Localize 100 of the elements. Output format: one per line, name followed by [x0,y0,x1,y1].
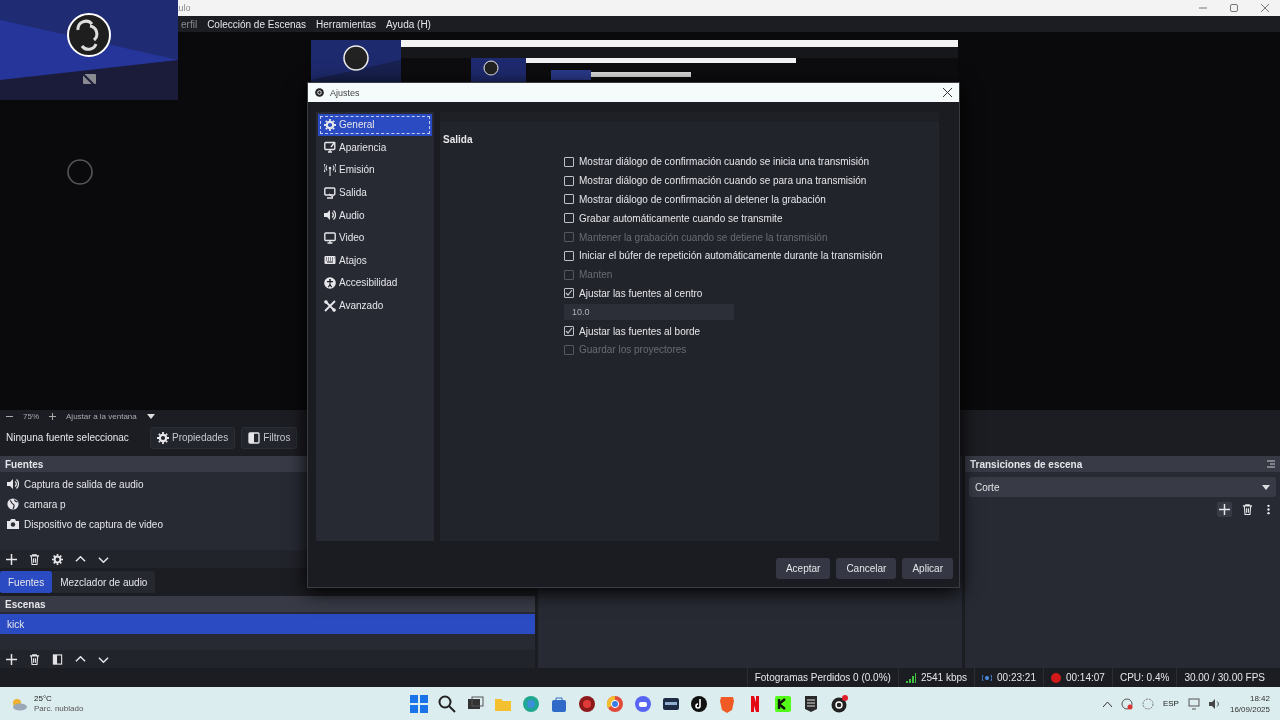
sidebar-item[interactable]: Accesibilidad [318,272,432,294]
number-field[interactable]: 10.0 [564,304,734,321]
sidebar-item[interactable]: Audio [318,204,432,226]
language-indicator[interactable]: ESP [1162,699,1179,708]
option-label: Mantener la grabación cuando se detiene la transmisión [579,231,828,243]
app-logo-icon[interactable] [830,694,848,713]
search-icon[interactable] [438,694,456,713]
sidebar-item[interactable]: Emisión [318,159,432,181]
minimize-icon [1198,4,1207,12]
accessibility-icon [324,276,336,289]
dropped-frames: Fotogramas Perdidos 0 (0.0%) [754,672,891,683]
temperature: 25°C [34,694,53,703]
filter-icon [248,431,261,444]
filter-icon [52,653,63,665]
zoom-in-icon [49,412,56,420]
menu-item[interactable]: Ayuda (H) [386,18,431,30]
source-label: Captura de salida de audio [24,478,144,490]
sidebar-item[interactable]: Apariencia [318,136,432,159]
dialog-button[interactable]: Cancelar [836,557,897,579]
record-time: 00:14:07 [1065,672,1105,683]
add-icon [1219,504,1230,515]
dock-tab[interactable]: Fuentes [0,571,53,593]
section-heading: Salida [443,134,474,145]
checkbox[interactable] [564,194,574,205]
option-label: Guardar los proyectores [579,344,687,356]
trash-icon [1242,504,1253,515]
checkbox[interactable] [564,326,574,337]
speaker-icon [324,209,336,222]
app-icon [1141,697,1154,710]
sidebar-item[interactable]: Video [318,226,432,249]
transition-dropdown[interactable]: Corte [969,477,1276,497]
source-item[interactable]: camara p [0,494,535,514]
stream-time: 00:23:21 [997,672,1036,683]
add-icon [6,553,17,565]
signal-bars-icon [905,672,916,683]
trash-icon [29,553,40,565]
option-label: Mostrar diálogo de confirmación al detener la grabación [579,194,826,205]
option-label: Mostrar diálogo de confirmación cuando se inicia una transmisión [579,156,870,168]
windows-logo-icon[interactable] [410,694,428,713]
panel-title: Transiciones de escena [970,458,1083,470]
app-icon[interactable] [578,694,596,713]
gear-icon [157,431,169,444]
app-icon[interactable] [690,694,708,713]
source-item[interactable]: Captura de salida de audio [0,474,535,494]
sidebar-item[interactable]: General [318,114,432,136]
bag-icon[interactable] [550,694,568,713]
menu-item[interactable]: erfil [181,18,198,30]
loading-spinner-icon [66,158,94,186]
checkbox[interactable] [564,156,574,167]
checkbox[interactable] [564,213,574,224]
maximize-icon [1229,4,1238,12]
option-label: Iniciar el búfer de repetición automáticamente durante la transmisión [579,250,883,262]
keyboard-icon [324,254,336,267]
add-icon [6,653,17,665]
checkbox[interactable] [564,175,574,186]
selection-label: Ninguna fuente seleccionac [6,432,130,443]
menu-item[interactable]: Colección de Escenas [207,18,307,30]
speaker-icon [1208,697,1221,710]
globe-icon [7,498,19,510]
app-logo-icon [315,88,324,97]
option-label: Ajustar las fuentes al borde [579,325,701,337]
app-icon[interactable] [774,694,792,713]
checkbox[interactable] [564,250,574,261]
network-icon [1120,697,1133,710]
stream-icon [982,672,993,683]
source-label: camara p [24,498,66,510]
bitrate: 2541 kbps [920,672,968,683]
toolbar-button[interactable]: Propiedades [150,426,236,449]
scene-item[interactable]: kick [0,614,535,634]
chevron-up-icon [1102,700,1112,707]
zoom-level: 75% [23,411,39,421]
sidebar-item[interactable]: Atajos [318,249,432,272]
antenna-icon [324,164,336,176]
option-label: Manten [579,269,613,281]
dialog-button[interactable]: Aceptar [775,557,831,579]
camera-icon [7,518,19,530]
fit-to-window-option[interactable]: Ajustar a la ventana [66,411,137,421]
toolbar-button[interactable]: Filtros [241,426,298,449]
option-label: Grabar automáticamente cuando se transmite [579,212,783,224]
sidebar-item[interactable]: Avanzado [318,294,432,317]
panel-title: Escenas [5,598,46,610]
chevron-up-icon [75,653,86,665]
clock-date: 16/09/2025 [1229,704,1270,714]
sidebar-item[interactable]: Salida [318,181,432,204]
dialog-button[interactable]: Aplicar [902,557,953,579]
cloud-sun-icon [10,696,28,711]
chevron-up-icon [75,553,86,565]
caret-icon [1262,484,1270,490]
undock-icon [1267,460,1275,468]
frame-rate: 30.00 / 30.00 FPS [1184,672,1265,683]
caret-icon [146,413,155,419]
checkbox[interactable] [564,288,574,299]
menu-item[interactable]: Herramientas [316,18,377,30]
source-label: Dispositivo de captura de video [24,518,163,530]
monitor-icon [324,231,336,244]
source-item[interactable]: Dispositivo de captura de video [0,514,535,534]
app-icon[interactable] [802,694,820,713]
clock-time: 18:42 [1249,693,1270,703]
dock-tab[interactable]: Mezclador de audio [52,571,156,593]
monitor-brush-icon [324,141,336,154]
